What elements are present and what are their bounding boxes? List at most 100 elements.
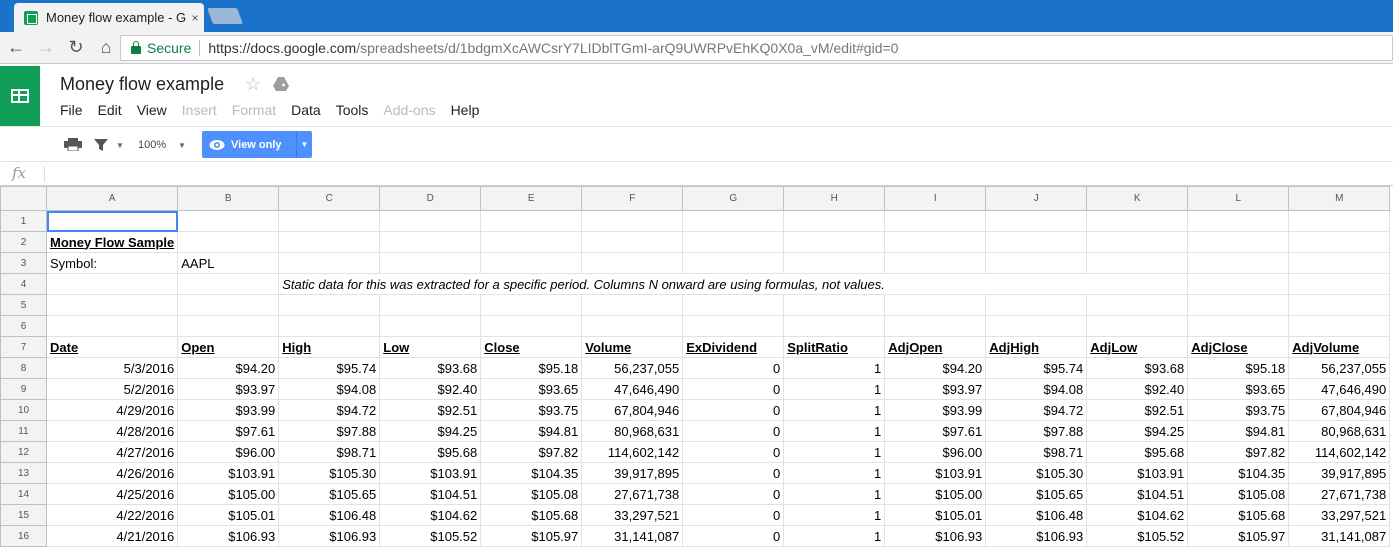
cell[interactable] bbox=[783, 315, 886, 337]
column-header-j[interactable]: J bbox=[985, 186, 1088, 211]
data-cell[interactable]: $98.71 bbox=[985, 441, 1088, 463]
star-icon[interactable]: ☆ bbox=[245, 74, 261, 95]
cell[interactable] bbox=[45, 294, 179, 316]
row-header-11[interactable]: 11 bbox=[0, 420, 47, 442]
data-cell[interactable]: 1 bbox=[783, 378, 886, 400]
data-cell[interactable]: $94.72 bbox=[985, 399, 1088, 421]
data-cell[interactable]: $105.68 bbox=[480, 504, 583, 526]
data-cell[interactable]: 0 bbox=[682, 399, 785, 421]
data-cell[interactable]: 1 bbox=[783, 504, 886, 526]
data-cell[interactable]: $95.18 bbox=[480, 357, 583, 379]
data-cell[interactable]: $106.93 bbox=[278, 525, 381, 547]
data-cell[interactable]: 39,917,895 bbox=[1288, 462, 1391, 484]
data-cell[interactable]: $94.25 bbox=[1086, 420, 1189, 442]
data-cell[interactable]: $106.93 bbox=[177, 525, 280, 547]
row-header-1[interactable]: 1 bbox=[0, 210, 47, 232]
data-cell[interactable]: $94.81 bbox=[1187, 420, 1290, 442]
cell[interactable] bbox=[45, 273, 179, 295]
column-title-close[interactable]: Close bbox=[480, 336, 583, 358]
data-cell[interactable]: 4/27/2016 bbox=[45, 441, 179, 463]
row-header-2[interactable]: 2 bbox=[0, 231, 47, 253]
cell[interactable] bbox=[480, 210, 583, 232]
data-cell[interactable]: $103.91 bbox=[177, 462, 280, 484]
data-cell[interactable]: $93.97 bbox=[177, 378, 280, 400]
cell[interactable] bbox=[278, 252, 381, 274]
data-cell[interactable]: 39,917,895 bbox=[581, 462, 684, 484]
column-header-c[interactable]: C bbox=[278, 186, 381, 211]
data-cell[interactable]: 4/21/2016 bbox=[45, 525, 179, 547]
forward-icon[interactable]: → bbox=[32, 34, 60, 62]
data-cell[interactable]: 4/26/2016 bbox=[45, 462, 179, 484]
new-tab-button[interactable] bbox=[207, 8, 243, 24]
data-cell[interactable]: $94.81 bbox=[480, 420, 583, 442]
data-cell[interactable]: $104.35 bbox=[1187, 462, 1290, 484]
column-header-d[interactable]: D bbox=[379, 186, 482, 211]
data-cell[interactable]: 0 bbox=[682, 525, 785, 547]
column-title-date[interactable]: Date bbox=[45, 336, 179, 358]
data-cell[interactable]: $96.00 bbox=[177, 441, 280, 463]
data-cell[interactable]: 56,237,055 bbox=[581, 357, 684, 379]
data-cell[interactable]: 114,602,142 bbox=[1288, 441, 1391, 463]
data-cell[interactable]: $97.88 bbox=[278, 420, 381, 442]
column-title-high[interactable]: High bbox=[278, 336, 381, 358]
cell[interactable] bbox=[985, 252, 1088, 274]
cell[interactable] bbox=[1187, 231, 1290, 253]
row-header-6[interactable]: 6 bbox=[0, 315, 47, 337]
column-header-l[interactable]: L bbox=[1187, 186, 1290, 211]
row-header-12[interactable]: 12 bbox=[0, 441, 47, 463]
data-cell[interactable]: 1 bbox=[783, 420, 886, 442]
cell[interactable] bbox=[1288, 273, 1391, 295]
data-cell[interactable]: $105.65 bbox=[278, 483, 381, 505]
cell[interactable] bbox=[379, 210, 482, 232]
data-cell[interactable]: 80,968,631 bbox=[1288, 420, 1391, 442]
menu-insert[interactable]: Insert bbox=[182, 102, 217, 118]
cell[interactable] bbox=[177, 294, 280, 316]
row-header-3[interactable]: 3 bbox=[0, 252, 47, 274]
cell[interactable] bbox=[985, 210, 1088, 232]
cell[interactable] bbox=[480, 315, 583, 337]
data-cell[interactable]: 4/28/2016 bbox=[45, 420, 179, 442]
row-header-7[interactable]: 7 bbox=[0, 336, 47, 358]
data-cell[interactable]: 0 bbox=[682, 420, 785, 442]
data-cell[interactable]: $105.65 bbox=[985, 483, 1088, 505]
column-title-adjvolume[interactable]: AdjVolume bbox=[1288, 336, 1391, 358]
row-header-5[interactable]: 5 bbox=[0, 294, 47, 316]
cell[interactable] bbox=[177, 315, 280, 337]
back-icon[interactable]: ← bbox=[2, 34, 30, 62]
data-cell[interactable]: $93.75 bbox=[1187, 399, 1290, 421]
data-cell[interactable]: 0 bbox=[682, 357, 785, 379]
data-cell[interactable]: 4/22/2016 bbox=[45, 504, 179, 526]
cell[interactable] bbox=[177, 210, 280, 232]
data-cell[interactable]: 0 bbox=[682, 483, 785, 505]
cell[interactable] bbox=[1086, 252, 1189, 274]
data-cell[interactable]: 67,804,946 bbox=[581, 399, 684, 421]
data-cell[interactable]: 33,297,521 bbox=[1288, 504, 1391, 526]
row-header-14[interactable]: 14 bbox=[0, 483, 47, 505]
data-cell[interactable]: $94.20 bbox=[884, 357, 987, 379]
row-header-10[interactable]: 10 bbox=[0, 399, 47, 421]
data-cell[interactable]: $92.51 bbox=[379, 399, 482, 421]
data-cell[interactable]: 0 bbox=[682, 441, 785, 463]
data-cell[interactable]: $97.82 bbox=[480, 441, 583, 463]
data-cell[interactable]: $106.48 bbox=[985, 504, 1088, 526]
data-cell[interactable]: $106.93 bbox=[985, 525, 1088, 547]
data-cell[interactable]: $105.97 bbox=[1187, 525, 1290, 547]
data-cell[interactable]: $105.08 bbox=[1187, 483, 1290, 505]
data-cell[interactable]: $93.68 bbox=[379, 357, 482, 379]
cell[interactable] bbox=[581, 210, 684, 232]
cell[interactable] bbox=[985, 294, 1088, 316]
data-cell[interactable]: $104.51 bbox=[1086, 483, 1189, 505]
cell[interactable] bbox=[1288, 315, 1391, 337]
data-cell[interactable]: $97.82 bbox=[1187, 441, 1290, 463]
sheet-title-cell[interactable]: Money Flow Sample bbox=[45, 231, 179, 253]
column-title-adjlow[interactable]: AdjLow bbox=[1086, 336, 1189, 358]
data-cell[interactable]: 0 bbox=[682, 504, 785, 526]
data-cell[interactable]: $92.40 bbox=[379, 378, 482, 400]
data-cell[interactable]: $105.97 bbox=[480, 525, 583, 547]
data-cell[interactable]: 56,237,055 bbox=[1288, 357, 1391, 379]
cell[interactable] bbox=[985, 231, 1088, 253]
data-cell[interactable]: $104.35 bbox=[480, 462, 583, 484]
view-only-button[interactable]: View only ▼ bbox=[202, 131, 312, 158]
data-cell[interactable]: 0 bbox=[682, 462, 785, 484]
zoom-select[interactable]: 100% bbox=[138, 139, 166, 151]
